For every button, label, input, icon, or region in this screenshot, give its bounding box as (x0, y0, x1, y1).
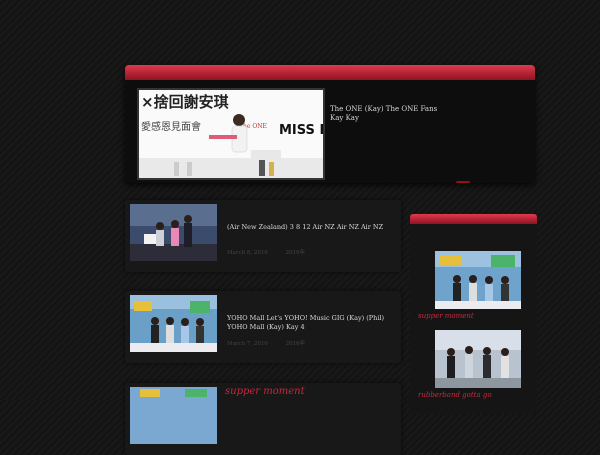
featured-caption[interactable]: The ONE (Kay) The ONE Fans Kay Kay (330, 105, 440, 123)
post-meta: March 7, 2016 2016年 (227, 339, 321, 347)
post-thumbnail[interactable] (130, 387, 217, 444)
post-thumbnail-art (130, 295, 217, 352)
featured-slider[interactable]: ×捨回謝安琪 愛感恩見面會 The ONE The ONE MISS KAY T… (125, 65, 535, 183)
sidebar-widget: supper moment rubberband gotta go (410, 214, 537, 414)
post-excerpt[interactable]: YOHO Mall Let's YOHO! Music GIG (Kay) (P… (227, 314, 397, 331)
featured-headline-text: ×捨回謝安琪 (141, 93, 229, 111)
post-date: March 8, 2016 (227, 250, 268, 256)
featured-sign-text: MISS KAY (279, 123, 323, 138)
post-meta: March 8, 2016 2016年 (227, 248, 321, 256)
post-thumbnail-art (130, 387, 217, 444)
post-date: March 7, 2016 (227, 341, 268, 347)
post-thumbnail[interactable] (130, 295, 217, 352)
featured-top-bar (125, 65, 535, 80)
sidebar-thumbnail-art (435, 251, 521, 309)
post-card[interactable]: YOHO Mall Let's YOHO! Music GIG (Kay) (P… (125, 291, 401, 363)
post-year-tag[interactable]: 2016年 (286, 250, 306, 256)
post-excerpt[interactable]: (Air New Zealand) 3 8 12 Air NZ Air NZ A… (227, 223, 397, 232)
post-card[interactable]: (Air New Zealand) 3 8 12 Air NZ Air NZ A… (125, 200, 401, 272)
section-title[interactable]: supper moment (225, 386, 305, 397)
post-thumbnail[interactable] (130, 204, 217, 261)
featured-subline-text: 愛感恩見面會 (141, 120, 201, 133)
featured-photo-art: ×捨回謝安琪 愛感恩見面會 The ONE The ONE MISS KAY (139, 90, 323, 178)
sidebar-item-label[interactable]: supper moment (418, 312, 474, 320)
slider-pager[interactable] (456, 181, 470, 183)
featured-photo[interactable]: ×捨回謝安琪 愛感恩見面會 The ONE The ONE MISS KAY (137, 88, 325, 180)
post-year-tag[interactable]: 2016年 (286, 341, 306, 347)
sidebar-top-bar (410, 214, 537, 224)
sidebar-thumbnail-art (435, 330, 521, 388)
sidebar-thumbnail[interactable] (435, 251, 521, 309)
post-thumbnail-art (130, 204, 217, 261)
sidebar-thumbnail[interactable] (435, 330, 521, 388)
sidebar-item-label[interactable]: rubberband gotta go (418, 391, 492, 399)
